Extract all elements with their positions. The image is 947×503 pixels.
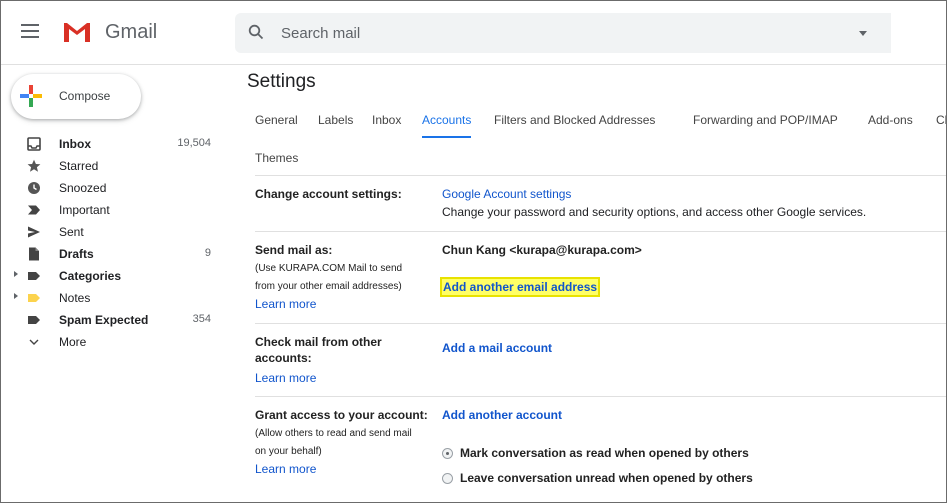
label-icon [28,316,40,324]
section-description: Change your password and security option… [442,205,867,219]
add-mail-account-link[interactable]: Add a mail account [442,340,552,356]
search-options-icon[interactable] [859,31,867,36]
sidebar-item-snoozed[interactable]: Snoozed [1,177,223,199]
radio-leave-unread[interactable] [442,473,453,484]
sidebar-item-drafts[interactable]: Drafts 9 [1,243,223,265]
highlighted-link-text[interactable]: Add another email address [439,277,601,297]
sidebar-item-label: Starred [59,159,99,173]
section-sub-2: on your behalf) [255,446,322,457]
section-label: Change account settings: [255,187,402,201]
tab-general[interactable]: General [255,113,298,135]
tab-add-ons[interactable]: Add-ons [868,113,913,135]
label-yellow-icon [28,294,40,302]
compose-label: Compose [59,89,111,103]
inbox-icon [27,137,41,151]
unread-count: 19,504 [177,137,211,149]
chevron-down-icon [29,339,39,345]
sidebar-item-notes[interactable]: Notes [1,287,223,309]
clock-icon [28,182,40,194]
page-title: Settings [247,71,316,92]
section-sub-1: (Allow others to read and send mail [255,428,412,439]
section-change-account: Change account settings: Google Account … [255,175,946,231]
sidebar-item-sent[interactable]: Sent [1,221,223,243]
sidebar-item-important[interactable]: Important [1,199,223,221]
gmail-logo-icon[interactable] [62,21,92,43]
gmail-window: Gmail Compose Inbox 19,504 Starred [0,0,947,503]
top-bar: Gmail [1,1,946,65]
google-account-settings-link[interactable]: Google Account settings [442,186,571,202]
settings-tabs: General Labels Inbox Accounts Filters an… [247,113,946,138]
option-mark-read-label[interactable]: Mark conversation as read when opened by… [460,445,749,461]
section-grant-access: Grant access to your account: (Allow oth… [255,396,946,496]
section-sub-2: from your other email addresses) [255,281,402,292]
sidebar-item-label: Sent [59,225,84,239]
label-icon [28,272,40,280]
sidebar-nav: Inbox 19,504 Starred Snoozed Important S… [1,133,223,353]
tab-filters[interactable]: Filters and Blocked Addresses [494,113,655,135]
star-icon [27,159,41,172]
radio-mark-read[interactable] [442,448,453,459]
tab-chat-cut[interactable]: Cl [936,113,946,135]
sidebar-item-label: Notes [59,291,91,305]
tab-inbox[interactable]: Inbox [372,113,401,135]
send-as-address: Chun Kang <kurapa@kurapa.com> [442,243,642,257]
sidebar-item-label: Snoozed [59,181,107,195]
tab-labels[interactable]: Labels [318,113,353,135]
tab-themes[interactable]: Themes [255,151,298,165]
section-label: Grant access to your account: [255,408,428,422]
send-icon [28,226,40,238]
add-another-account-link[interactable]: Add another account [442,407,562,423]
sidebar-item-inbox[interactable]: Inbox 19,504 [1,133,223,155]
draft-icon [29,247,39,261]
learn-more-link[interactable]: Learn more [255,371,316,385]
tab-forwarding[interactable]: Forwarding and POP/IMAP [693,113,838,135]
compose-button[interactable]: Compose [11,74,141,119]
section-check-mail: Check mail from other accounts: Learn mo… [255,323,946,396]
sidebar-item-label: Important [59,203,110,217]
sidebar-item-spam-expected[interactable]: Spam Expected 354 [1,309,223,331]
sidebar-item-categories[interactable]: Categories [1,265,223,287]
search-bar[interactable] [235,13,891,53]
sidebar-item-label: Categories [59,269,122,283]
main-menu-icon[interactable] [21,24,39,38]
section-label: Check mail from other [255,335,382,349]
spam-count: 354 [192,313,211,325]
sidebar-item-more[interactable]: More [1,331,223,353]
section-send-mail-as: Send mail as: (Use KURAPA.COM Mail to se… [255,231,946,323]
section-sub-1: (Use KURAPA.COM Mail to send [255,263,403,274]
sidebar-item-label: Drafts [59,247,94,261]
option-leave-unread-label[interactable]: Leave conversation unread when opened by… [460,470,753,486]
gmail-brand[interactable]: Gmail [105,21,157,44]
section-label: Send mail as: [255,243,333,257]
sidebar-item-label: Inbox [59,137,91,151]
important-icon [28,205,40,215]
sidebar-item-starred[interactable]: Starred [1,155,223,177]
learn-more-link[interactable]: Learn more [255,297,316,311]
compose-plus-icon [20,85,42,107]
sidebar-item-label: Spam Expected [59,313,149,327]
tab-accounts[interactable]: Accounts [422,113,472,138]
section-label-2: accounts: [255,351,312,365]
search-input[interactable] [281,22,801,44]
sidebar-item-label: More [59,335,87,349]
search-icon[interactable] [248,24,264,40]
add-email-address-link[interactable]: Add another email address [439,277,601,297]
drafts-count: 9 [204,247,211,259]
learn-more-link[interactable]: Learn more [255,462,316,476]
expand-arrow-icon[interactable] [14,293,18,299]
expand-arrow-icon[interactable] [14,271,18,277]
